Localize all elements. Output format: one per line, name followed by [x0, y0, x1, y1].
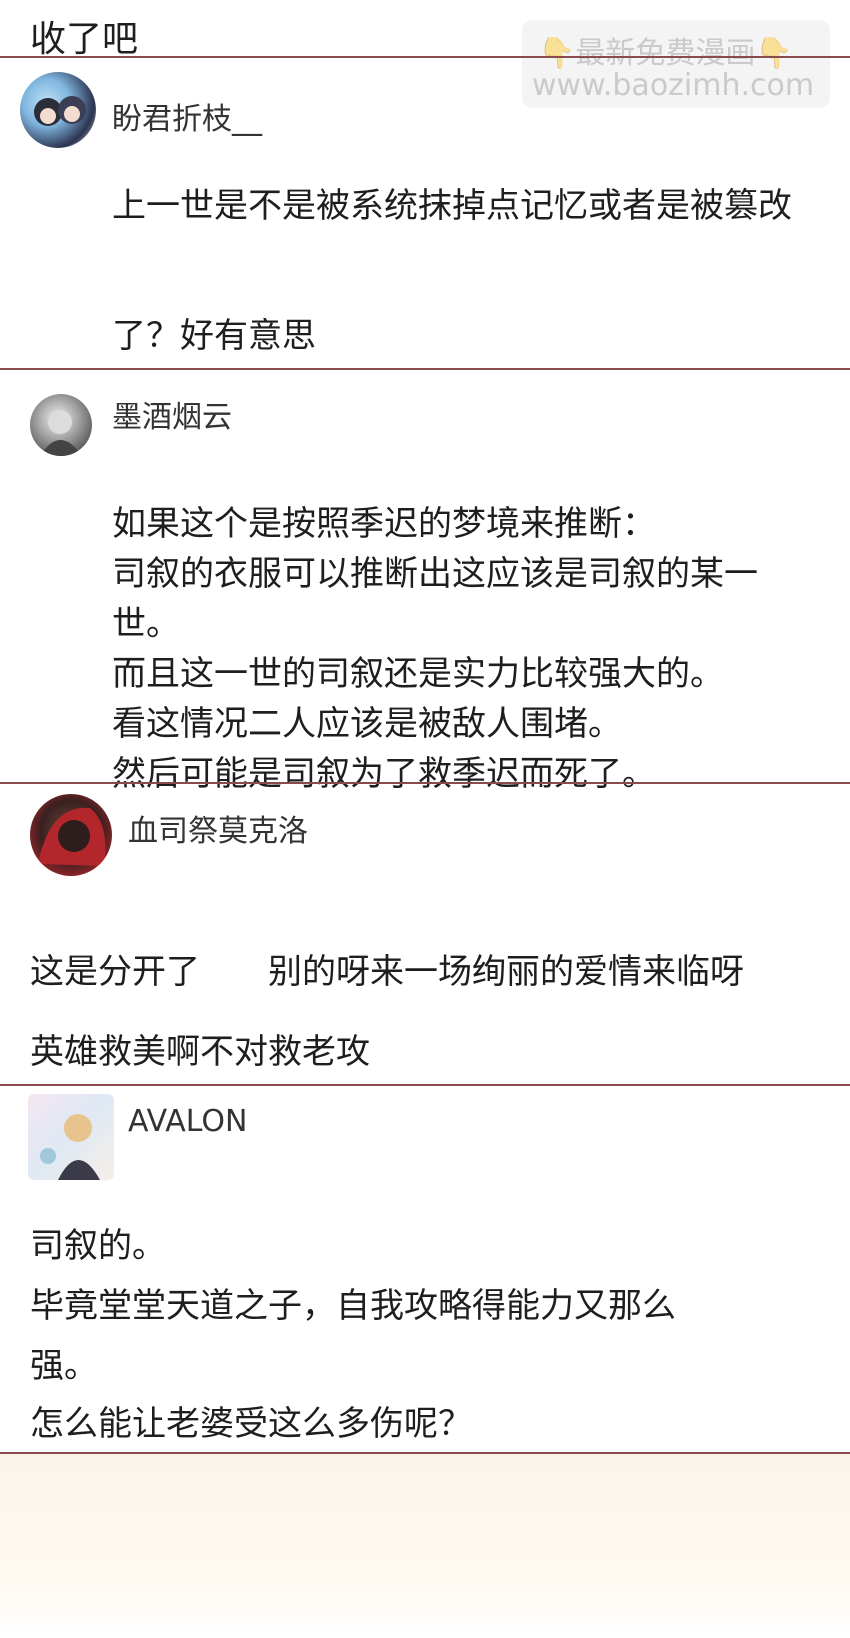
- user-avatar[interactable]: [28, 1094, 114, 1180]
- comment-text-line: 司叙的。: [30, 1226, 166, 1266]
- comment-text-line: 看这情况二人应该是被敌人围堵。: [112, 704, 622, 744]
- comment-divider: [0, 56, 850, 58]
- comment-username[interactable]: 墨酒烟云: [112, 392, 232, 436]
- comment-username[interactable]: 盼君折枝__: [112, 94, 262, 138]
- comment-divider: [0, 368, 850, 370]
- user-avatar[interactable]: [30, 394, 92, 456]
- user-avatar[interactable]: [20, 72, 96, 148]
- avatar-illustration-icon: [38, 807, 106, 866]
- avatar-illustration-icon: [40, 1114, 100, 1180]
- watermark-url: www.baozimh.com: [532, 68, 815, 103]
- comment-text-line: 然后可能是司叙为了救季迟而死了。: [112, 754, 656, 794]
- comment-text-line: 世。: [112, 604, 180, 644]
- avatar-illustration-icon: [34, 96, 86, 126]
- previous-comment-text: 收了吧: [30, 19, 139, 60]
- comment-text-line: 毕竟堂堂天道之子，自我攻略得能力又那么: [30, 1286, 676, 1326]
- comment-text-line: 了？好有意思: [112, 316, 316, 356]
- comment-text-line: 强。: [30, 1346, 98, 1386]
- user-avatar[interactable]: [30, 794, 112, 876]
- comment-text-line: 英雄救美啊不对救老攻: [30, 1032, 370, 1072]
- comment-text-line: 怎么能让老婆受这么多伤呢？: [30, 1404, 472, 1444]
- footer-background: [0, 1454, 850, 1638]
- comment-text-line: 上一世是不是被系统抹掉点记忆或者是被篡改: [112, 186, 792, 226]
- comment-username[interactable]: 血司祭莫克洛: [128, 806, 308, 850]
- comment-text-line: 这是分开了 别的呀来一场绚丽的爱情来临呀: [30, 952, 744, 992]
- comment-divider: [0, 1084, 850, 1086]
- watermark: 👇最新免费漫画👇 www.baozimh.com: [522, 20, 830, 108]
- comment-text-line: 如果这个是按照季迟的梦境来推断：: [112, 504, 656, 544]
- comment-username[interactable]: AVALON: [128, 1104, 247, 1139]
- comment-text-line: 而且这一世的司叙还是实力比较强大的。: [112, 654, 724, 694]
- watermark-title: 👇最新免费漫画👇: [538, 36, 793, 71]
- avatar-illustration-icon: [40, 410, 82, 456]
- comment-text-line: 司叙的衣服可以推断出这应该是司叙的某一: [112, 554, 758, 594]
- comment-divider: [0, 782, 850, 784]
